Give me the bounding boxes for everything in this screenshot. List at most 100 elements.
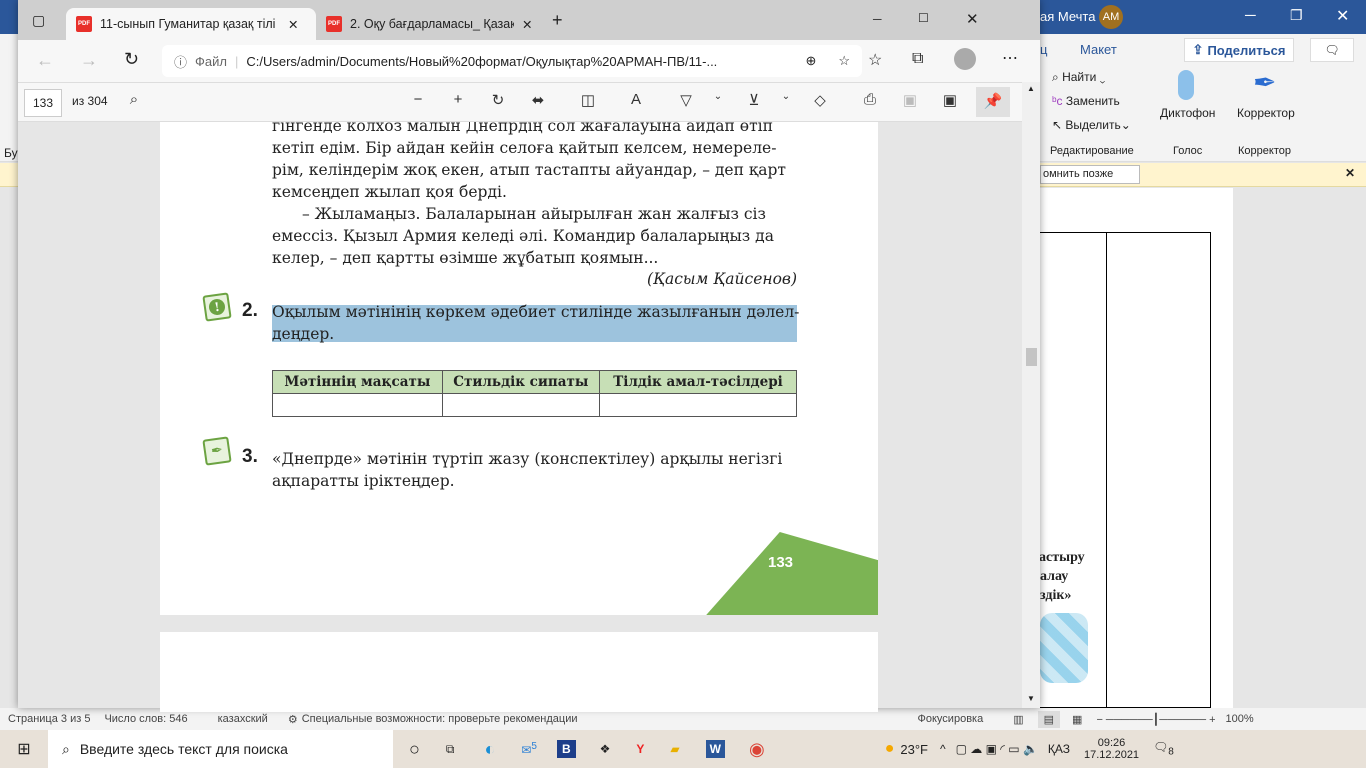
close-tab-icon[interactable]: ✕ <box>288 17 298 32</box>
windows-start-icon[interactable]: ⊞ <box>0 739 48 759</box>
maximize-button[interactable]: ☐ <box>918 11 929 25</box>
read-aloud-icon[interactable]: A <box>624 91 648 108</box>
close-button[interactable]: ✕ <box>1336 6 1349 26</box>
comments-button[interactable]: 🗨 <box>1310 38 1354 62</box>
eraser-icon[interactable]: ◇ <box>808 91 832 109</box>
print-icon[interactable]: ⎙ <box>858 91 882 108</box>
text-line: кемсеңдеп жылап қоя берді. <box>272 183 507 201</box>
notifications-icon[interactable]: 🗨8 <box>1153 740 1174 757</box>
word-icon[interactable]: W <box>705 740 725 758</box>
group-editing-label: Редактирование <box>1050 145 1134 157</box>
scroll-thumb[interactable] <box>1026 348 1037 366</box>
close-notification-icon[interactable]: ✕ <box>1345 166 1355 180</box>
refresh-button[interactable]: ↻ <box>124 49 139 70</box>
dropbox-icon[interactable]: ❖ <box>600 742 611 756</box>
zoom-icon[interactable]: ⊕ <box>805 53 816 69</box>
status-words[interactable]: Число слов: 546 <box>104 713 187 725</box>
select-button[interactable]: ↖ Выделить⌄ <box>1052 118 1131 132</box>
ribbon-tab-partial[interactable]: ц <box>1040 42 1047 57</box>
more-menu-icon[interactable]: ⋯ <box>1002 48 1018 68</box>
tab-second[interactable]: PDF 2. Оқу бағдарламасы_ Қазақ тіл ✕ <box>316 8 546 40</box>
dictation-button[interactable]: Диктофон <box>1160 106 1215 120</box>
group-voice-label: Голос <box>1173 145 1203 157</box>
ribbon-tab-layout[interactable]: Макет <box>1080 42 1117 57</box>
clock[interactable]: 09:26 17.12.2021 <box>1084 737 1139 761</box>
cortana-icon[interactable]: ○ <box>409 739 420 760</box>
editor-button[interactable]: Корректор <box>1237 106 1295 120</box>
b-app-icon[interactable]: B <box>556 740 576 758</box>
address-bar[interactable]: ⓘ Файл | C:/Users/admin/Documents/Новый%… <box>162 45 862 77</box>
tray-icons[interactable]: ▢ ☁ ▣ ◜ ▭ 🔈 <box>956 742 1038 756</box>
page-corner-green <box>700 532 878 615</box>
url-text[interactable]: C:/Users/admin/Documents/Новый%20формат/… <box>246 54 797 69</box>
read-mode-icon[interactable]: ▥ <box>1013 713 1023 726</box>
replace-button[interactable]: ᵇc Заменить <box>1052 94 1120 108</box>
zoom-in-icon[interactable]: + <box>446 91 470 108</box>
task-text[interactable]: деңдер. <box>272 325 797 343</box>
mail-icon[interactable]: ✉5 <box>521 741 537 757</box>
search-icon[interactable]: ⌕ <box>122 91 146 108</box>
highlight-icon[interactable]: ⊻ <box>742 91 766 109</box>
close-window-button[interactable]: ✕ <box>966 10 979 28</box>
address-row: ← → ↻ ⓘ Файл | C:/Users/admin/Documents/… <box>18 40 1040 82</box>
save-as-icon[interactable]: ▣ <box>938 91 962 109</box>
collections-icon[interactable]: ⧉ <box>912 50 923 68</box>
task-view-icon[interactable]: ⧉ <box>446 742 455 757</box>
back-button[interactable]: ← <box>36 50 54 71</box>
search-icon: ⌕ <box>62 740 70 757</box>
save-icon[interactable]: ▣ <box>898 91 922 109</box>
highlight-dropdown-icon[interactable]: ⌄ <box>774 91 798 102</box>
zoom-out-icon[interactable]: − <box>406 91 430 108</box>
share-button[interactable]: ⇪ Поделиться <box>1184 38 1294 62</box>
rotate-icon[interactable]: ↻ <box>486 91 510 109</box>
status-page[interactable]: Страница 3 из 5 <box>8 713 90 725</box>
draw-icon[interactable]: ▽ <box>674 91 698 109</box>
chrome-icon[interactable]: ◉ <box>749 739 765 760</box>
tab-actions-icon[interactable]: ▢ <box>32 12 45 29</box>
pin-toolbar-icon[interactable]: 📌 <box>976 87 1010 117</box>
minimize-button[interactable]: ─ <box>1245 7 1256 24</box>
share-label: Поделиться <box>1207 42 1286 58</box>
pdf-next-page <box>160 632 878 712</box>
temperature[interactable]: 23°F <box>900 742 928 757</box>
restore-button[interactable]: ❐ <box>1290 7 1303 24</box>
input-language[interactable]: ҚАЗ <box>1048 742 1070 756</box>
file-explorer-icon[interactable]: ▰ <box>670 742 679 756</box>
page-view-icon[interactable]: ◫ <box>576 91 600 109</box>
forward-button[interactable]: → <box>80 50 98 71</box>
profile-avatar[interactable] <box>954 48 976 70</box>
status-language[interactable]: казахский <box>218 713 268 725</box>
page-number-input[interactable]: 133 <box>24 89 62 117</box>
minimize-button[interactable]: ─ <box>873 12 882 26</box>
scrollbar[interactable]: ▲ ▼ <box>1022 82 1040 708</box>
taskbar-search[interactable]: ⌕ Введите здесь текст для поиска <box>48 730 393 768</box>
zoom-slider[interactable]: − ──────┃────── + <box>1096 713 1215 726</box>
tray-chevron-icon[interactable]: ^ <box>940 742 946 756</box>
tab-title: 11-сынып Гуманитар қазақ тілі <box>100 17 276 31</box>
zoom-level[interactable]: 100% <box>1226 713 1254 725</box>
avatar[interactable]: АМ <box>1099 5 1123 29</box>
close-tab-icon[interactable]: ✕ <box>522 17 532 32</box>
web-layout-icon[interactable]: ▦ <box>1072 713 1082 726</box>
account-name: ая Мечта <box>1040 9 1096 24</box>
scroll-down-icon[interactable]: ▼ <box>1027 694 1035 703</box>
fit-width-icon[interactable]: ⬌ <box>526 91 550 109</box>
table-cell <box>598 393 798 417</box>
edge-icon[interactable]: ◐ <box>484 739 495 760</box>
focus-button[interactable]: Фокусировка <box>918 713 984 725</box>
tab-active[interactable]: PDF 11-сынып Гуманитар қазақ тілі ✕ <box>66 8 316 40</box>
yandex-icon[interactable]: Y <box>636 742 644 756</box>
task-text[interactable]: Оқылым мәтінінің көркем әдебиет стилінде… <box>272 303 799 321</box>
find-button[interactable]: ⌕ Найти ⌄ <box>1052 70 1105 85</box>
add-favorite-icon[interactable]: ☆ <box>838 53 850 69</box>
status-accessibility[interactable]: Специальные возможности: проверьте реком… <box>302 713 578 725</box>
task-text: «Днепрде» мәтінін түртіп жазу (конспекті… <box>272 450 783 468</box>
remind-later-button[interactable]: омнить позже <box>1040 165 1140 184</box>
new-tab-button[interactable]: + <box>552 10 563 31</box>
table-cell <box>441 393 600 417</box>
draw-dropdown-icon[interactable]: ⌄ <box>706 91 730 102</box>
text-line: гінгенде колхоз малын Днепрдің сол жағал… <box>272 122 773 135</box>
print-layout-icon[interactable]: ▤ <box>1037 710 1061 728</box>
scroll-up-icon[interactable]: ▲ <box>1027 84 1035 93</box>
favorites-icon[interactable]: ☆ <box>868 50 882 70</box>
